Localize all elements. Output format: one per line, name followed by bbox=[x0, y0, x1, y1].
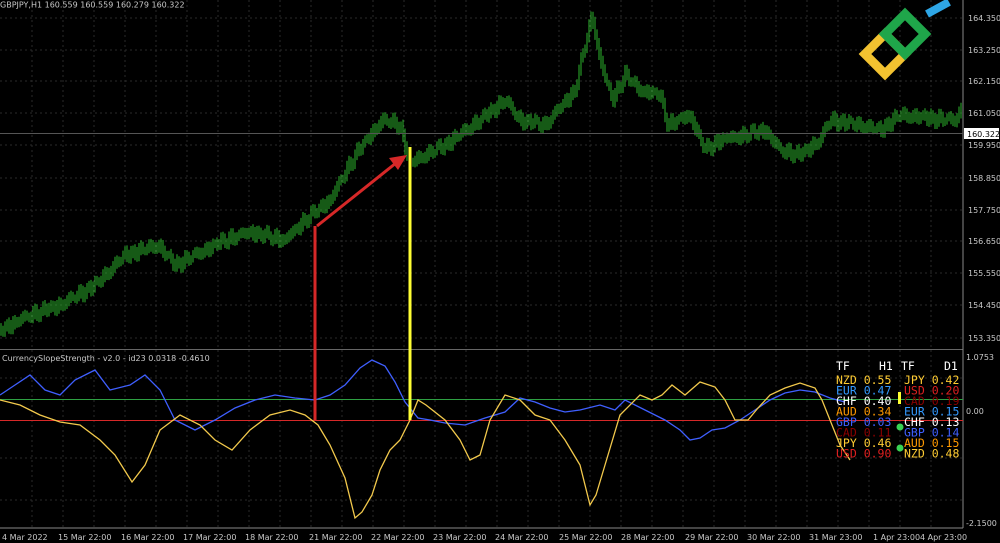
time-tick: 23 Mar 22:00 bbox=[433, 533, 486, 542]
time-tick: 16 Mar 22:00 bbox=[121, 533, 174, 542]
price-tick: 158.850 bbox=[968, 174, 1000, 183]
indicator-zero-label: 0.00 bbox=[966, 407, 984, 416]
chart-canvas[interactable]: GBPJPY,H1 160.559 160.559 160.279 160.32… bbox=[0, 0, 1000, 543]
time-tick: 25 Mar 22:00 bbox=[559, 533, 612, 542]
chart-header: GBPJPY,H1 160.559 160.559 160.279 160.32… bbox=[0, 1, 185, 10]
status-dot-icon bbox=[896, 423, 904, 431]
price-tick: 156.650 bbox=[968, 237, 1000, 246]
marker-bar-icon bbox=[898, 392, 901, 404]
time-tick: 21 Mar 22:00 bbox=[309, 533, 362, 542]
current-price-label: 160.322 bbox=[967, 130, 1000, 139]
price-tick: 161.050 bbox=[968, 109, 1000, 118]
price-tick: 154.450 bbox=[968, 301, 1000, 310]
table-cell-h1: USD 0.90 bbox=[836, 447, 891, 461]
table-header-d1: D1 bbox=[944, 359, 958, 373]
price-tick: 162.150 bbox=[968, 77, 1000, 86]
indicator-bottom-label: -2.1500 bbox=[966, 519, 997, 528]
indicator-top-label: 1.0753 bbox=[966, 353, 994, 362]
price-tick: 155.550 bbox=[968, 269, 1000, 278]
time-tick: 22 Mar 22:00 bbox=[371, 533, 424, 542]
time-tick: 18 Mar 22:00 bbox=[245, 533, 298, 542]
table-header-tf2: TF bbox=[901, 359, 915, 373]
price-tick: 164.350 bbox=[968, 14, 1000, 23]
price-tick: 157.750 bbox=[968, 206, 1000, 215]
time-tick: 30 Mar 22:00 bbox=[747, 533, 800, 542]
indicator-title: CurrencySlopeStrength - v2.0 - id23 0.03… bbox=[2, 354, 210, 363]
status-dot-icon bbox=[896, 444, 904, 452]
table-cell-d1: NZD 0.48 bbox=[904, 447, 959, 461]
time-tick: 4 Mar 2022 bbox=[2, 533, 48, 542]
time-tick: 31 Mar 23:00 bbox=[809, 533, 862, 542]
time-tick: 29 Mar 22:00 bbox=[685, 533, 738, 542]
price-tick: 153.350 bbox=[968, 334, 1000, 343]
table-header-tf: TF bbox=[836, 359, 850, 373]
table-header-h1: H1 bbox=[879, 359, 893, 373]
price-tick: 163.250 bbox=[968, 46, 1000, 55]
time-tick: 15 Mar 22:00 bbox=[58, 533, 111, 542]
time-tick: 1 Apr 23:00 bbox=[873, 533, 920, 542]
time-tick: 24 Mar 22:00 bbox=[495, 533, 548, 542]
time-tick: 28 Mar 22:00 bbox=[621, 533, 674, 542]
time-tick: 4 Apr 23:00 bbox=[920, 533, 967, 542]
time-axis: 4 Mar 2022 15 Mar 22:00 16 Mar 22:00 17 … bbox=[2, 533, 967, 542]
time-tick: 17 Mar 22:00 bbox=[183, 533, 236, 542]
price-tick: 159.950 bbox=[968, 141, 1000, 150]
